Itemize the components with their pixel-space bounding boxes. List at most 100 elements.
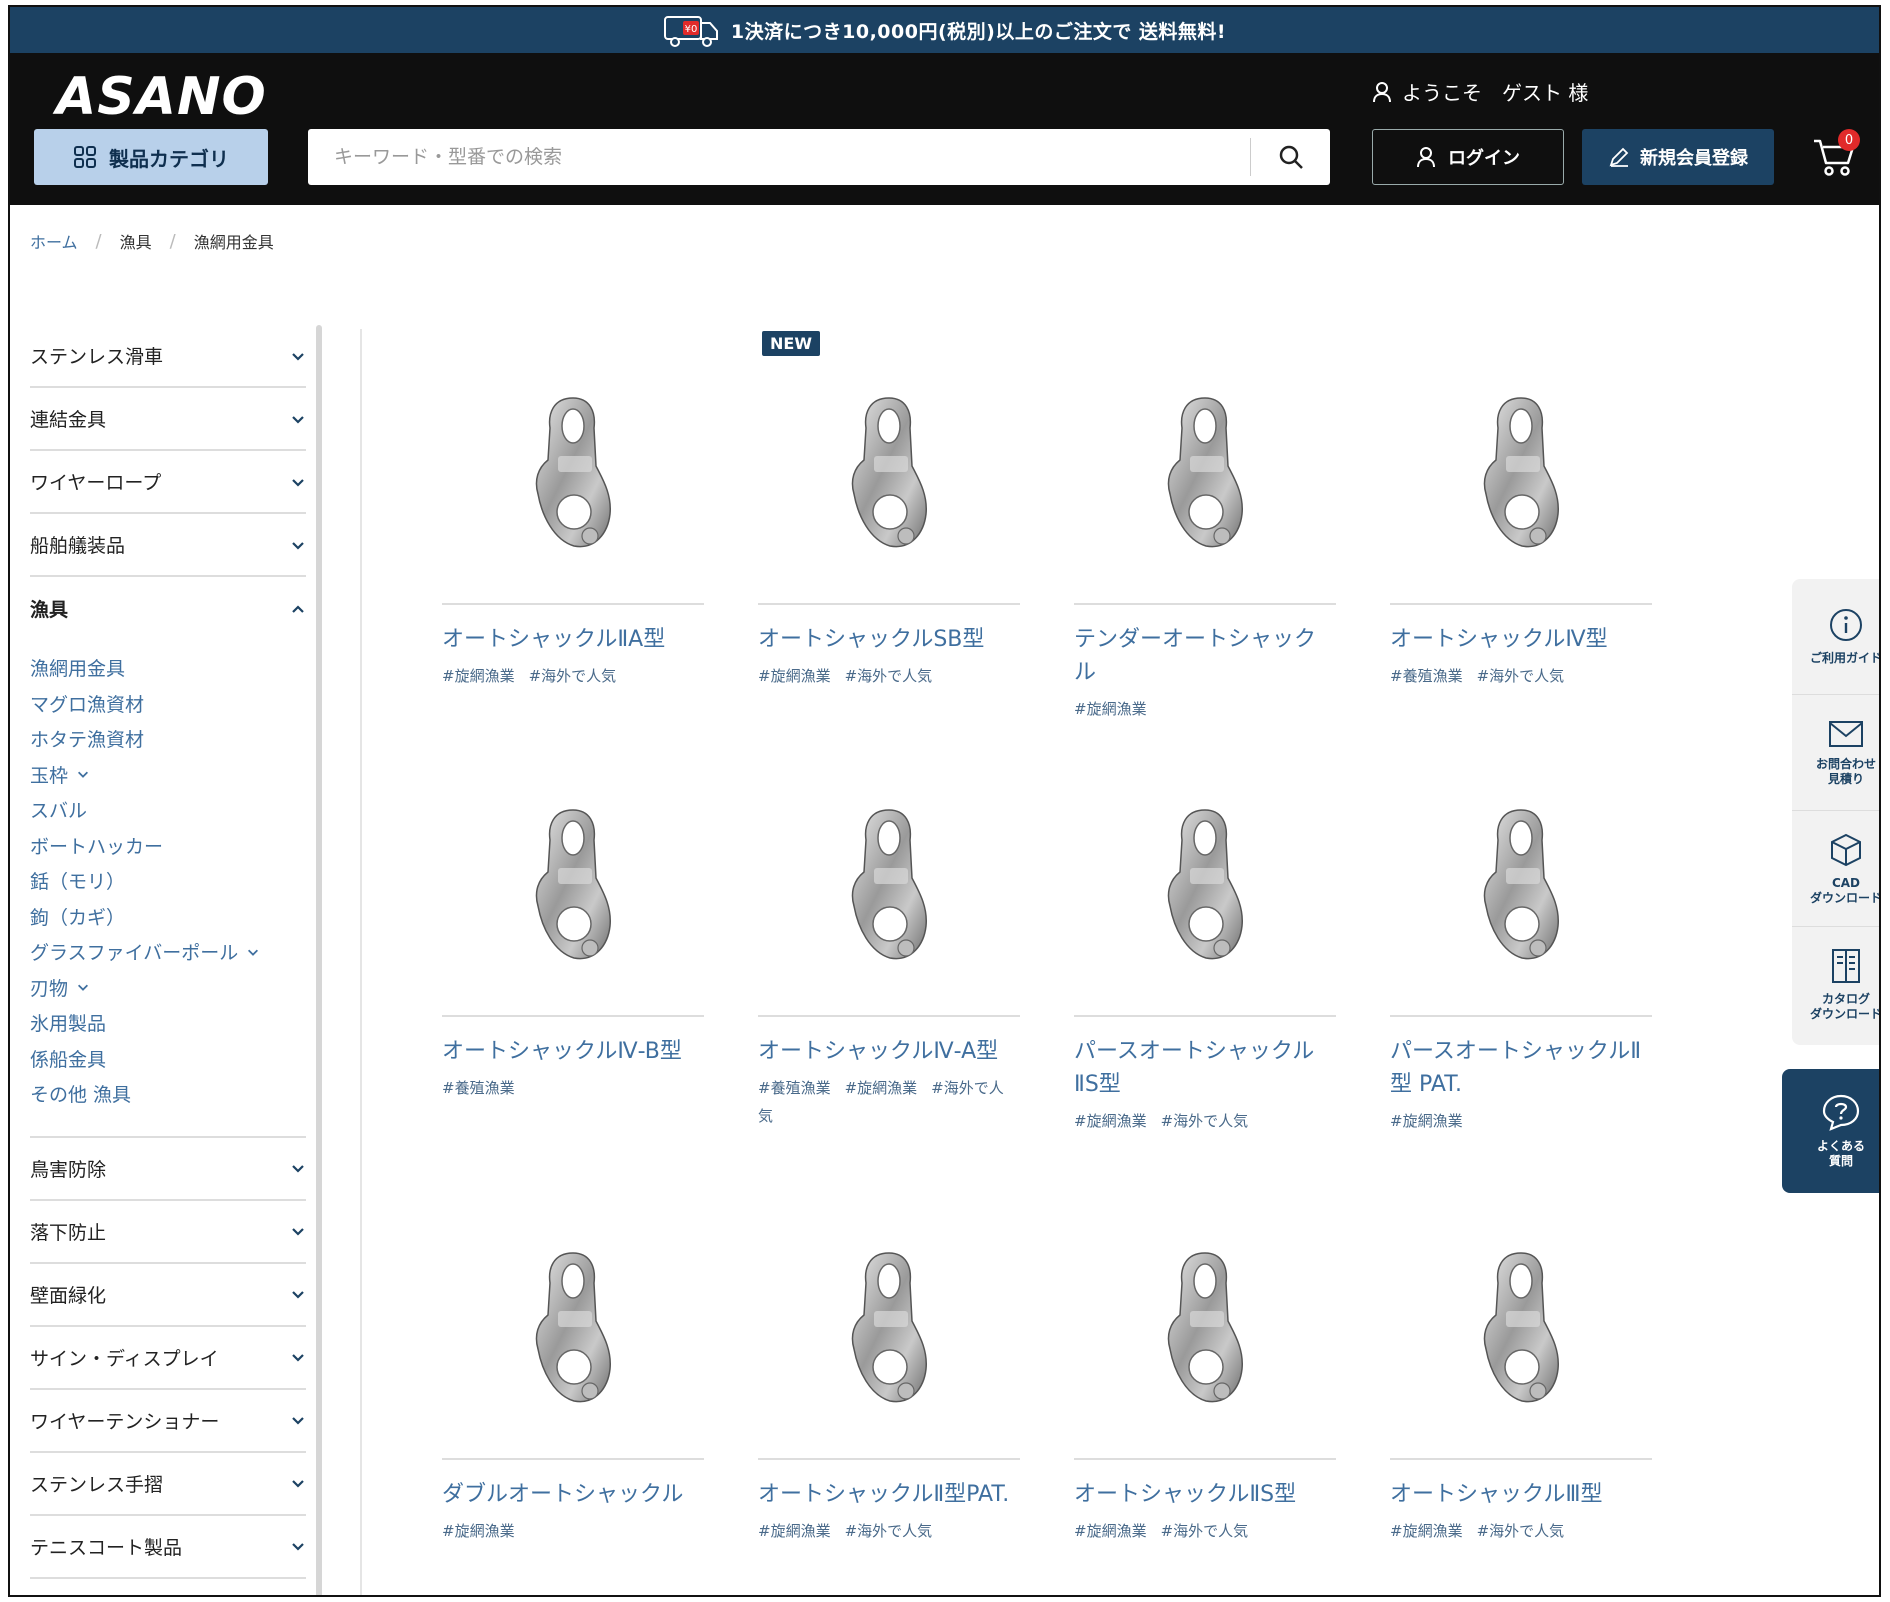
product-tag[interactable]: #旋網漁業 [758,667,831,685]
product-name[interactable]: オートシャックルSB型 [758,623,1020,656]
product-tag[interactable]: #旋網漁業 [1074,1522,1147,1540]
product-category-button[interactable]: 製品カテゴリ [34,129,268,185]
product-name[interactable]: パースオートシャックルⅡ型 PAT. [1390,1035,1652,1101]
product-card[interactable]: ダブルオートシャックル #旋網漁業 [442,1202,704,1545]
sidebar-category-open[interactable]: 漁具 [30,577,306,640]
sidebar-subitem[interactable]: マグロ漁資材 [30,686,306,722]
product-tag[interactable]: #海外で人気 [845,1522,933,1540]
product-name[interactable]: オートシャックルⅣ型 [1390,623,1652,656]
product-card[interactable]: パースオートシャックルⅡS型 #旋網漁業 #海外で人気 [1074,759,1336,1135]
chevron-down-icon[interactable] [76,980,90,994]
product-image-box[interactable] [1074,759,1336,1017]
product-name[interactable]: オートシャックルⅡ型PAT. [758,1478,1020,1511]
product-name[interactable]: オートシャックルⅡS型 [1074,1478,1336,1511]
sidebar-category-top-3[interactable]: 船舶艤装品 [30,514,306,577]
product-image-box[interactable] [1390,1202,1652,1460]
product-card[interactable]: オートシャックルⅣ-A型 #養殖漁業 #旋網漁業 #海外で人気 [758,759,1020,1130]
product-image-box[interactable] [758,1202,1020,1460]
chevron-down-icon[interactable] [246,945,260,959]
sidebar-category-top-1[interactable]: 連結金具 [30,388,306,451]
product-card[interactable]: パースオートシャックルⅡ型 PAT. #旋網漁業 [1390,759,1652,1135]
product-tag[interactable]: #旋網漁業 [1074,700,1147,718]
product-card[interactable]: オートシャックルⅣ型 #養殖漁業 #海外で人気 [1390,347,1652,690]
product-name[interactable]: オートシャックルⅣ-B型 [442,1035,704,1068]
product-image-box[interactable] [442,1202,704,1460]
guide-button[interactable]: ご利用ガイド [1792,579,1879,695]
sidebar-subitem[interactable]: スバル [30,792,306,828]
sidebar-subitem[interactable]: 漁網用金具 [30,650,306,686]
sidebar-subitem[interactable]: 氷用製品 [30,1005,306,1041]
product-tag[interactable]: #海外で人気 [529,667,617,685]
product-card[interactable]: オートシャックルⅡS型 #旋網漁業 #海外で人気 [1074,1202,1336,1545]
product-image-box[interactable] [442,759,704,1017]
product-image-box[interactable] [1390,347,1652,605]
sidebar-subitem[interactable]: 刃物 [30,970,306,1006]
shipping-banner[interactable]: ¥0 1決済につき10,000円(税別)以上のご注文で 送料無料! [10,7,1879,53]
product-tag[interactable]: #養殖漁業 [442,1079,515,1097]
product-card[interactable]: オートシャックルSB型 #旋網漁業 #海外で人気 [758,347,1020,690]
sidebar-subitem[interactable]: 鉤（カギ） [30,899,306,935]
search-button[interactable] [1250,138,1330,176]
sidebar-category-top-0[interactable]: ステンレス滑車 [30,325,306,388]
product-image-box[interactable] [442,347,704,605]
register-button[interactable]: 新規会員登録 [1582,129,1774,185]
product-tag[interactable]: #旋網漁業 [1074,1112,1147,1130]
faq-button[interactable]: よくある 質問 [1782,1069,1879,1193]
product-tag[interactable]: #海外で人気 [1477,1522,1565,1540]
search-input[interactable] [308,129,1250,185]
product-tag[interactable]: #海外で人気 [1161,1522,1249,1540]
product-name[interactable]: パースオートシャックルⅡS型 [1074,1035,1336,1101]
sidebar-category-bottom-0[interactable]: 鳥害防除 [30,1138,306,1201]
sidebar-category-top-2[interactable]: ワイヤーロープ [30,451,306,514]
product-tag[interactable]: #海外で人気 [1161,1112,1249,1130]
product-card[interactable]: オートシャックルⅡ型PAT. #旋網漁業 #海外で人気 [758,1202,1020,1545]
product-card[interactable]: オートシャックルⅢ型 #旋網漁業 #海外で人気 [1390,1202,1652,1545]
sidebar-category-bottom-6[interactable]: テニスコート製品 [30,1516,306,1579]
product-image-box[interactable] [758,347,1020,605]
product-tag[interactable]: #旋網漁業 [758,1522,831,1540]
sidebar-category-bottom-5[interactable]: ステンレス手摺 [30,1453,306,1516]
sidebar-subitem[interactable]: ボートハッカー [30,828,306,864]
product-tag[interactable]: #旋網漁業 [845,1079,918,1097]
product-tag[interactable]: #旋網漁業 [442,667,515,685]
cad-download-button[interactable]: CAD ダウンロード [1792,811,1879,927]
cart-button[interactable]: 0 [1810,129,1866,185]
sidebar-subitem[interactable]: ホタテ漁資材 [30,721,306,757]
product-tag[interactable]: #海外で人気 [845,667,933,685]
product-name[interactable]: オートシャックルⅣ-A型 [758,1035,1020,1068]
sidebar-subitem[interactable]: グラスファイバーポール [30,934,306,970]
product-name[interactable]: テンダーオートシャックル [1074,623,1336,689]
chevron-down-icon[interactable] [76,767,90,781]
sidebar-subitem[interactable]: 玉枠 [30,757,306,793]
product-tag[interactable]: #養殖漁業 [758,1079,831,1097]
product-tag[interactable]: #養殖漁業 [1390,667,1463,685]
product-card[interactable]: テンダーオートシャックル #旋網漁業 [1074,347,1336,723]
product-image-box[interactable] [758,759,1020,1017]
product-image-box[interactable] [1390,759,1652,1017]
sidebar-category-bottom-3[interactable]: サイン・ディスプレイ [30,1327,306,1390]
product-card[interactable]: オートシャックルⅡA型 #旋網漁業 #海外で人気 [442,347,704,690]
sidebar-subitem[interactable]: 係船金具 [30,1041,306,1077]
sidebar-scrollbar[interactable] [316,325,322,1595]
product-image-box[interactable] [1074,1202,1336,1460]
sidebar-category-bottom-2[interactable]: 壁面緑化 [30,1264,306,1327]
sidebar-subitem[interactable]: 銛（モリ） [30,863,306,899]
sidebar-category-bottom-1[interactable]: 落下防止 [30,1201,306,1264]
product-name[interactable]: ダブルオートシャックル [442,1478,704,1511]
contact-button[interactable]: お問合わせ 見積り [1792,695,1879,811]
sidebar-subitem[interactable]: その他 漁具 [30,1076,306,1112]
product-tag[interactable]: #海外で人気 [1477,667,1565,685]
product-image-box[interactable] [1074,347,1336,605]
login-button[interactable]: ログイン [1372,129,1564,185]
product-tag[interactable]: #旋網漁業 [1390,1522,1463,1540]
breadcrumb-level1[interactable]: 漁具 [120,229,152,253]
product-name[interactable]: オートシャックルⅡA型 [442,623,704,656]
site-logo[interactable]: ASANO [56,67,267,127]
product-tag[interactable]: #旋網漁業 [442,1522,515,1540]
catalog-download-button[interactable]: カタログ ダウンロード [1792,927,1879,1043]
breadcrumb-home[interactable]: ホーム [30,229,78,253]
product-name[interactable]: オートシャックルⅢ型 [1390,1478,1652,1511]
product-card[interactable]: オートシャックルⅣ-B型 #養殖漁業 [442,759,704,1102]
sidebar-category-bottom-4[interactable]: ワイヤーテンショナー [30,1390,306,1453]
product-tag[interactable]: #旋網漁業 [1390,1112,1463,1130]
